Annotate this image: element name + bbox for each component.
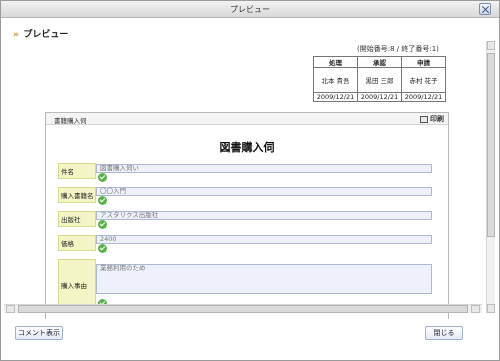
title-bar: プレビュー [1, 1, 499, 18]
approval-col-process: 処理 [313, 56, 358, 68]
field-label-price: 価格 [58, 235, 96, 251]
show-comments-button[interactable]: コメント表示 [15, 326, 63, 340]
form-panel: 書籍購入伺 印刷 図書購入伺 件名 図書購入伺い 購入書籍名 〇〇入門 出版社 … [45, 112, 449, 322]
horizontal-scrollbar[interactable] [4, 304, 482, 313]
reason-field[interactable]: 業務利用のため [96, 264, 432, 294]
close-button[interactable]: 閉じる [425, 326, 463, 340]
approval-name: 黒田 三郎 [357, 67, 402, 93]
form-panel-header: 書籍購入伺 印刷 [46, 113, 448, 125]
check-icon [98, 173, 107, 182]
close-icon[interactable] [479, 3, 491, 15]
approval-date: 2009/12/21 [313, 92, 358, 102]
dialog-footer: コメント表示 閉じる [1, 319, 499, 360]
window-title: プレビュー [230, 5, 270, 14]
printer-icon [420, 115, 428, 123]
price-field[interactable]: 2400 [96, 235, 432, 244]
scroll-up-arrow[interactable] [487, 41, 495, 50]
book-title-field[interactable]: 〇〇入門 [96, 187, 432, 196]
scroll-thumb[interactable] [487, 53, 495, 237]
approval-dates-row: 2009/12/21 2009/12/21 2009/12/21 [313, 92, 446, 102]
scroll-thumb-horizontal[interactable] [18, 305, 468, 313]
approval-date: 2009/12/21 [357, 92, 402, 102]
approval-header-row: 処理 承認 申請 [313, 56, 446, 68]
print-button[interactable]: 印刷 [420, 114, 444, 124]
chevron-right-icon: » [13, 30, 19, 40]
check-icon [98, 196, 107, 205]
approval-name: 北本 貴吾 [313, 67, 358, 93]
scroll-down-arrow[interactable] [487, 304, 495, 313]
approval-col-approve: 承認 [357, 56, 402, 68]
field-label-book-title: 購入書籍名 [58, 187, 96, 203]
publisher-field[interactable]: アスタリクス出版社 [96, 211, 432, 220]
scroll-right-arrow[interactable] [471, 305, 480, 313]
approval-table: 処理 承認 申請 北本 貴吾 黒田 三郎 赤村 花子 2009/12/21 20… [313, 56, 446, 102]
print-label: 印刷 [430, 115, 444, 123]
page-header: » プレビュー [13, 27, 68, 41]
check-icon [98, 244, 107, 253]
scroll-left-arrow[interactable] [6, 305, 15, 313]
form-title: 図書購入伺 [219, 141, 275, 154]
approval-col-apply: 申請 [401, 56, 446, 68]
vertical-scrollbar[interactable] [486, 41, 495, 313]
number-note: (開始番号:8 / 終了番号:1) [357, 45, 439, 53]
field-label-publisher: 出版社 [58, 211, 96, 227]
page-title: プレビュー [23, 30, 69, 40]
approval-date: 2009/12/21 [401, 92, 446, 102]
approval-names-row: 北本 貴吾 黒田 三郎 赤村 花子 [313, 67, 446, 93]
check-icon [98, 220, 107, 229]
subject-field[interactable]: 図書購入伺い [96, 164, 432, 173]
preview-window: プレビュー » プレビュー (開始番号:8 / 終了番号:1) 処理 承認 申請… [0, 0, 500, 361]
approval-name: 赤村 花子 [401, 67, 446, 93]
form-panel-title: 書籍購入伺 [54, 117, 87, 125]
field-label-subject: 件名 [58, 163, 96, 179]
